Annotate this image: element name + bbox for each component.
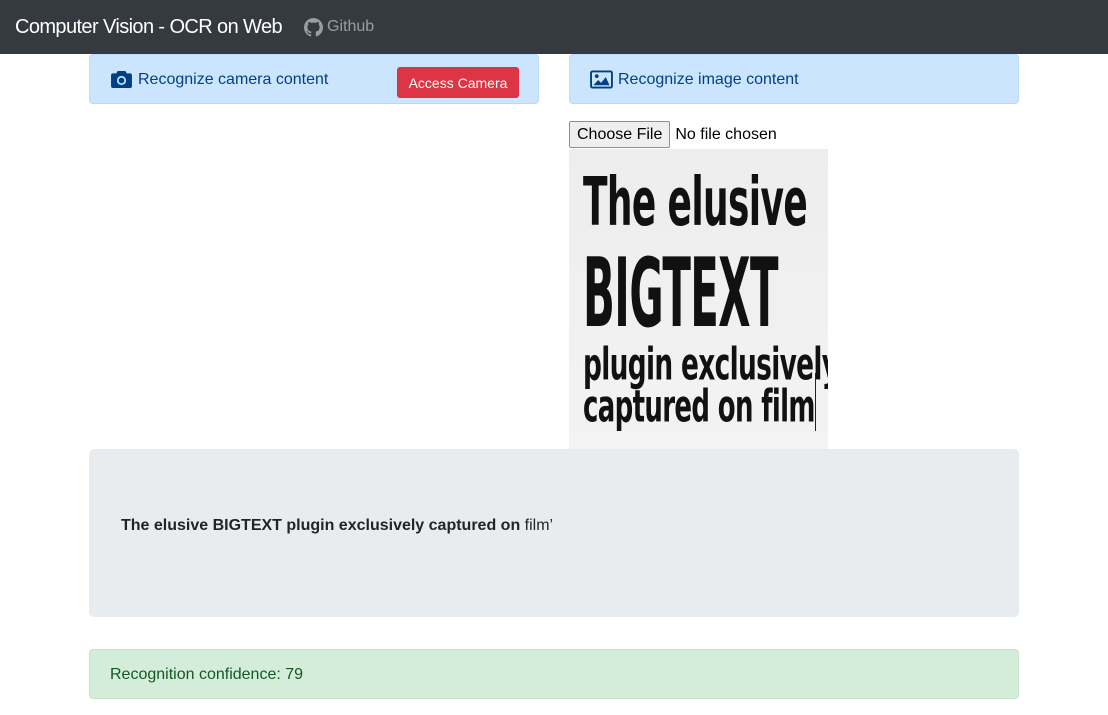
file-status-text: No file chosen — [675, 125, 777, 143]
ocr-result-strong: The elusive BIGTEXT plugin exclusively c… — [121, 517, 521, 534]
image-card: Recognize image content — [569, 54, 1019, 104]
github-icon — [304, 17, 323, 37]
ocr-result-tail: film’ — [520, 517, 554, 534]
confidence-alert: Recognition confidence: 79 — [89, 649, 1019, 699]
github-label: Github — [327, 18, 375, 35]
image-icon — [590, 70, 613, 89]
navbar: Computer Vision - OCR on Web Github — [0, 0, 1108, 54]
choose-file-button[interactable]: Choose File — [569, 121, 671, 148]
preview-line: The elusive — [583, 163, 808, 242]
navbar-brand[interactable]: Computer Vision - OCR on Web — [15, 14, 283, 40]
ocr-result-panel: The elusive BIGTEXT plugin exclusively c… — [89, 449, 1019, 617]
preview-image: The elusive BIGTEXT plugin exclusively c… — [569, 149, 828, 449]
access-camera-button[interactable]: Access Camera — [397, 67, 519, 98]
confidence-text: Recognition confidence: 79 — [110, 666, 304, 683]
text-caret — [815, 373, 816, 431]
file-input[interactable]: Choose File No file chosen — [569, 121, 777, 148]
camera-card-label: Recognize camera content — [138, 71, 329, 88]
preview-line: captured on film — [583, 381, 816, 433]
camera-card: Recognize camera content Access Camera — [89, 54, 539, 104]
image-card-label: Recognize image content — [618, 71, 799, 88]
preview-line: BIGTEXT — [583, 237, 778, 349]
github-link[interactable]: Github — [304, 16, 374, 38]
camera-icon — [111, 70, 132, 89]
ocr-result-text: The elusive BIGTEXT plugin exclusively c… — [121, 516, 553, 535]
